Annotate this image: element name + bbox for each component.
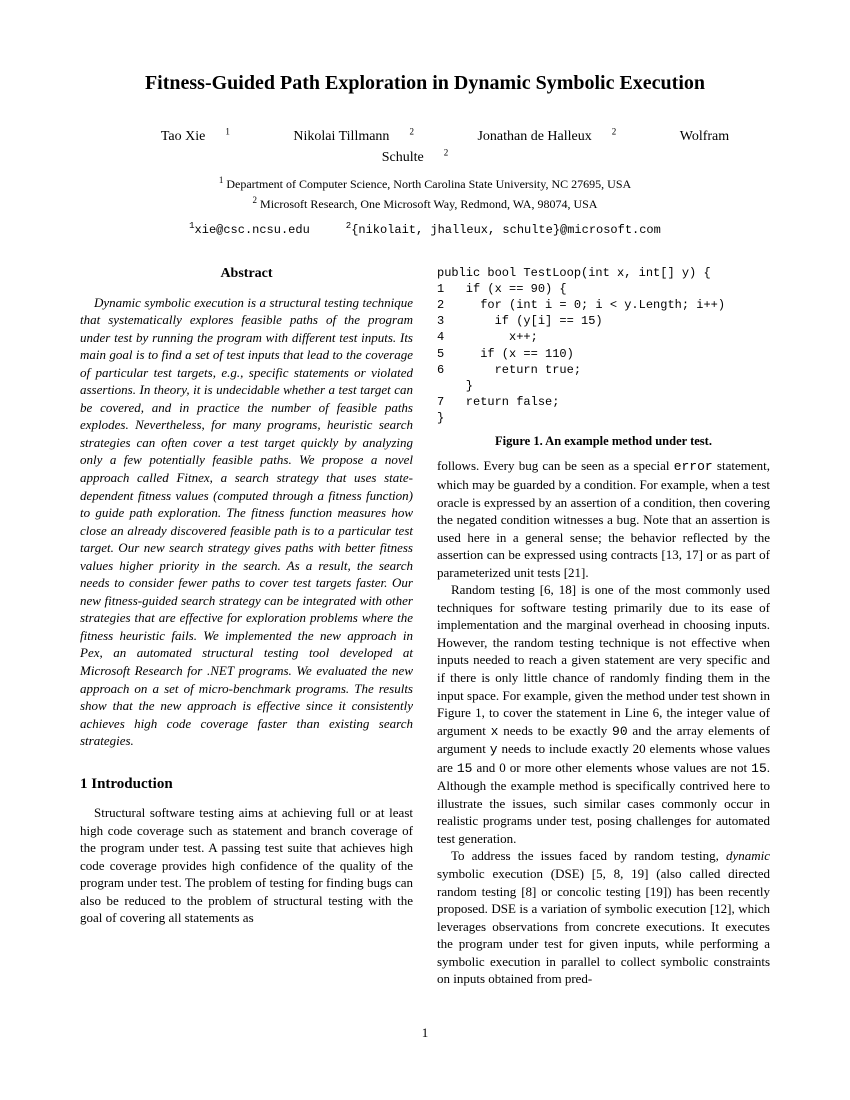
affiliation-1: 1 Department of Computer Science, North …: [80, 174, 770, 192]
col2-para-3: To address the issues faced by random te…: [437, 847, 770, 987]
emails-line: 1xie@csc.ncsu.edu 2{nikolait, jhalleux, …: [80, 220, 770, 238]
affiliation-2: 2 Microsoft Research, One Microsoft Way,…: [80, 194, 770, 212]
section-1-heading: 1 Introduction: [80, 774, 413, 794]
col2-para-2: Random testing [6, 18] is one of the mos…: [437, 581, 770, 847]
code-listing: public bool TestLoop(int x, int[] y) { 1…: [437, 265, 770, 427]
abstract-body: Dynamic symbolic execution is a structur…: [80, 294, 413, 750]
author-3: Jonathan de Halleux2: [457, 129, 616, 144]
right-column: public bool TestLoop(int x, int[] y) { 1…: [437, 265, 770, 988]
abstract-heading: Abstract: [80, 265, 413, 284]
paper-title: Fitness-Guided Path Exploration in Dynam…: [80, 70, 770, 97]
figure-1-caption: Figure 1. An example method under test.: [437, 433, 770, 450]
left-column: Abstract Dynamic symbolic execution is a…: [80, 265, 413, 988]
author-1: Tao Xie1: [141, 129, 230, 144]
authors-line: Tao Xie1 Nikolai Tillmann2 Jonathan de H…: [80, 125, 770, 168]
page-number: 1: [80, 1024, 770, 1042]
author-2: Nikolai Tillmann2: [273, 129, 414, 144]
col2-para-1: follows. Every bug can be seen as a spec…: [437, 457, 770, 581]
section-1-para-1: Structural software testing aims at achi…: [80, 804, 413, 927]
